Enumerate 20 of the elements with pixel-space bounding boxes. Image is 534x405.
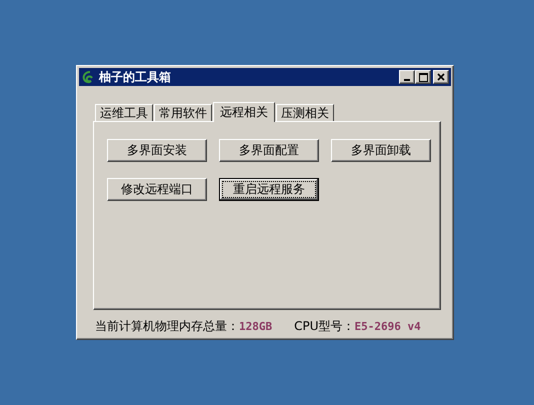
action-button[interactable]: 修改远程端口 [107,178,207,201]
tab[interactable]: 远程相关 [213,102,275,122]
tab[interactable]: 常用软件 [154,104,212,121]
status-label: 当前计算机物理内存总量： [95,318,239,335]
status-value: 128GB [239,320,272,333]
window-title: 柚子的工具箱 [99,68,172,86]
action-button[interactable]: 多界面卸载 [331,139,431,162]
status-label: CPU型号： [294,318,355,335]
action-button[interactable]: 多界面配置 [219,139,319,162]
tab[interactable]: 运维工具 [95,104,153,121]
close-icon [437,73,445,81]
status-value: E5-2696 v4 [354,320,421,333]
action-button[interactable]: 重启远程服务 [219,178,319,201]
close-button[interactable] [433,70,449,84]
minimize-button[interactable] [399,70,415,84]
action-button[interactable]: 多界面安装 [107,139,207,162]
maximize-icon [418,72,428,82]
maximize-button[interactable] [415,70,431,84]
app-logo-icon [81,70,95,84]
tab[interactable]: 压测相关 [276,104,334,121]
